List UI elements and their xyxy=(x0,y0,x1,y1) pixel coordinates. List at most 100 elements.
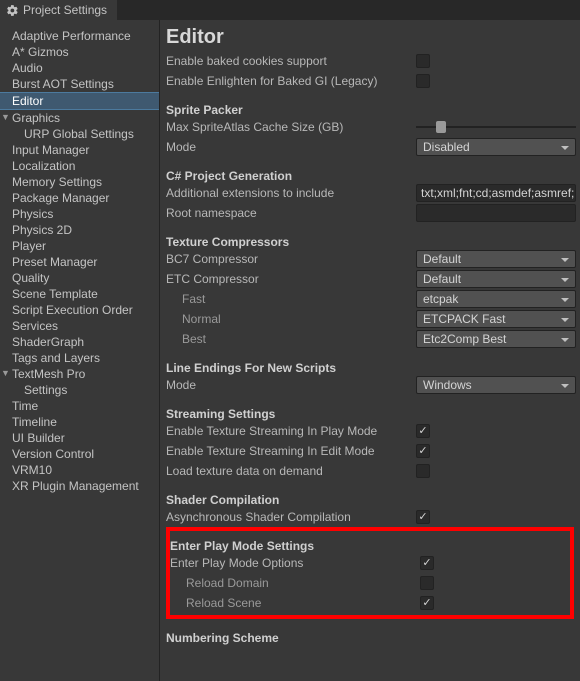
label-stream-edit: Enable Texture Streaming In Edit Mode xyxy=(166,444,416,458)
sidebar-item-editor[interactable]: Editor xyxy=(0,92,159,110)
sidebar-item-label: Package Manager xyxy=(12,191,109,205)
sidebar-item-label: Adaptive Performance xyxy=(12,29,131,43)
sidebar-item-label: Script Execution Order xyxy=(12,303,133,317)
label-enlighten-legacy: Enable Enlighten for Baked GI (Legacy) xyxy=(166,74,416,88)
dropdown-sprite-mode[interactable]: Disabled xyxy=(416,138,576,156)
sidebar-item-memory-settings[interactable]: Memory Settings xyxy=(0,174,159,190)
section-streaming: Streaming Settings xyxy=(166,395,580,421)
checkbox-async-shader[interactable] xyxy=(416,510,430,524)
label-reload-scene: Reload Scene xyxy=(170,596,420,610)
sidebar-item-adaptive-performance[interactable]: Adaptive Performance xyxy=(0,28,159,44)
sidebar-item-ui-builder[interactable]: UI Builder xyxy=(0,430,159,446)
section-playmode: Enter Play Mode Settings xyxy=(170,533,570,553)
sidebar-item-label: Version Control xyxy=(12,447,94,461)
sidebar-item-label: Burst AOT Settings xyxy=(12,77,114,91)
sidebar-item-physics[interactable]: Physics xyxy=(0,206,159,222)
sidebar-item-label: Audio xyxy=(12,61,43,75)
sidebar-item-preset-manager[interactable]: Preset Manager xyxy=(0,254,159,270)
sidebar-item-label: Graphics xyxy=(12,111,60,125)
sidebar-item-quality[interactable]: Quality xyxy=(0,270,159,286)
sidebar-item-localization[interactable]: Localization xyxy=(0,158,159,174)
checkbox-enlighten-legacy[interactable] xyxy=(416,74,430,88)
section-csproj: C# Project Generation xyxy=(166,157,580,183)
label-sprite-mode: Mode xyxy=(166,140,416,154)
expander-icon[interactable]: ▼ xyxy=(1,112,10,122)
sidebar-item-player[interactable]: Player xyxy=(0,238,159,254)
sidebar-item-package-manager[interactable]: Package Manager xyxy=(0,190,159,206)
sidebar-item-a-gizmos[interactable]: A* Gizmos xyxy=(0,44,159,60)
dropdown-bc7[interactable]: Default xyxy=(416,250,576,268)
sidebar-item-textmesh-pro[interactable]: ▼TextMesh Pro xyxy=(0,366,159,382)
sidebar-item-input-manager[interactable]: Input Manager xyxy=(0,142,159,158)
sidebar-item-shadergraph[interactable]: ShaderGraph xyxy=(0,334,159,350)
checkbox-playmode-opts[interactable] xyxy=(420,556,434,570)
slider-max-atlas-cache[interactable] xyxy=(416,118,576,136)
sidebar-item-physics-2d[interactable]: Physics 2D xyxy=(0,222,159,238)
sidebar-item-audio[interactable]: Audio xyxy=(0,60,159,76)
sidebar-item-label: XR Plugin Management xyxy=(12,479,139,493)
sidebar-item-label: Quality xyxy=(12,271,49,285)
label-root-ns: Root namespace xyxy=(166,206,416,220)
sidebar-item-services[interactable]: Services xyxy=(0,318,159,334)
label-etc-fast: Fast xyxy=(166,292,416,306)
sidebar-item-label: Tags and Layers xyxy=(12,351,100,365)
label-etc-normal: Normal xyxy=(166,312,416,326)
sidebar-item-label: VRM10 xyxy=(12,463,52,477)
sidebar-item-script-execution-order[interactable]: Script Execution Order xyxy=(0,302,159,318)
label-etc: ETC Compressor xyxy=(166,272,416,286)
sidebar-item-label: Editor xyxy=(12,94,43,108)
dropdown-line-mode[interactable]: Windows xyxy=(416,376,576,394)
sidebar-item-urp-global-settings[interactable]: URP Global Settings xyxy=(0,126,159,142)
dropdown-etc-best[interactable]: Etc2Comp Best xyxy=(416,330,576,348)
textfield-root-ns[interactable] xyxy=(416,204,576,222)
label-async-shader: Asynchronous Shader Compilation xyxy=(166,510,416,524)
sidebar-item-label: ShaderGraph xyxy=(12,335,84,349)
dropdown-etc[interactable]: Default xyxy=(416,270,576,288)
sidebar-item-label: Settings xyxy=(24,383,67,397)
sidebar-item-label: Time xyxy=(12,399,38,413)
sidebar-item-graphics[interactable]: ▼Graphics xyxy=(0,110,159,126)
sidebar: Adaptive PerformanceA* GizmosAudio Burst … xyxy=(0,20,160,681)
sidebar-item-scene-template[interactable]: Scene Template xyxy=(0,286,159,302)
sidebar-item-vrm10[interactable]: VRM10 xyxy=(0,462,159,478)
label-load-on-demand: Load texture data on demand xyxy=(166,464,416,478)
sidebar-item-label: UI Builder xyxy=(12,431,65,445)
sidebar-item-xr-plugin-management[interactable]: XR Plugin Management xyxy=(0,478,159,494)
sidebar-item-version-control[interactable]: Version Control xyxy=(0,446,159,462)
content-area: Editor Enable baked cookies support Enab… xyxy=(160,20,580,681)
sidebar-item-label: Scene Template xyxy=(12,287,98,301)
section-texcomp: Texture Compressors xyxy=(166,223,580,249)
sidebar-item-label: Physics 2D xyxy=(12,223,72,237)
sidebar-item-label: Services xyxy=(12,319,58,333)
section-shader: Shader Compilation xyxy=(166,481,580,507)
sidebar-item-settings[interactable]: Settings xyxy=(0,382,159,398)
label-stream-play: Enable Texture Streaming In Play Mode xyxy=(166,424,416,438)
checkbox-reload-scene[interactable] xyxy=(420,596,434,610)
sidebar-item-time[interactable]: Time xyxy=(0,398,159,414)
sidebar-item-label: Player xyxy=(12,239,46,253)
section-line-endings: Line Endings For New Scripts xyxy=(166,349,580,375)
dropdown-etc-normal[interactable]: ETCPACK Fast xyxy=(416,310,576,328)
section-numbering: Numbering Scheme xyxy=(166,619,580,645)
checkbox-stream-edit[interactable] xyxy=(416,444,430,458)
window-tab[interactable]: Project Settings xyxy=(0,0,118,20)
sidebar-item-burst-aot-settings[interactable]: Burst AOT Settings xyxy=(0,76,159,92)
expander-icon[interactable]: ▼ xyxy=(1,368,10,378)
window-title: Project Settings xyxy=(23,3,107,17)
textfield-add-ext[interactable]: txt;xml;fnt;cd;asmdef;asmref;rsp xyxy=(416,184,576,202)
checkbox-baked-cookies[interactable] xyxy=(416,54,430,68)
sidebar-item-label: Localization xyxy=(12,159,75,173)
sidebar-item-timeline[interactable]: Timeline xyxy=(0,414,159,430)
sidebar-item-label: URP Global Settings xyxy=(24,127,134,141)
label-etc-best: Best xyxy=(166,332,416,346)
sidebar-item-tags-and-layers[interactable]: Tags and Layers xyxy=(0,350,159,366)
sidebar-item-label: TextMesh Pro xyxy=(12,367,85,381)
dropdown-etc-fast[interactable]: etcpak xyxy=(416,290,576,308)
sidebar-item-label: Timeline xyxy=(12,415,57,429)
gear-icon xyxy=(6,4,19,17)
label-add-ext: Additional extensions to include xyxy=(166,186,416,200)
checkbox-stream-play[interactable] xyxy=(416,424,430,438)
sidebar-item-label: Preset Manager xyxy=(12,255,97,269)
checkbox-reload-domain[interactable] xyxy=(420,576,434,590)
checkbox-load-on-demand[interactable] xyxy=(416,464,430,478)
